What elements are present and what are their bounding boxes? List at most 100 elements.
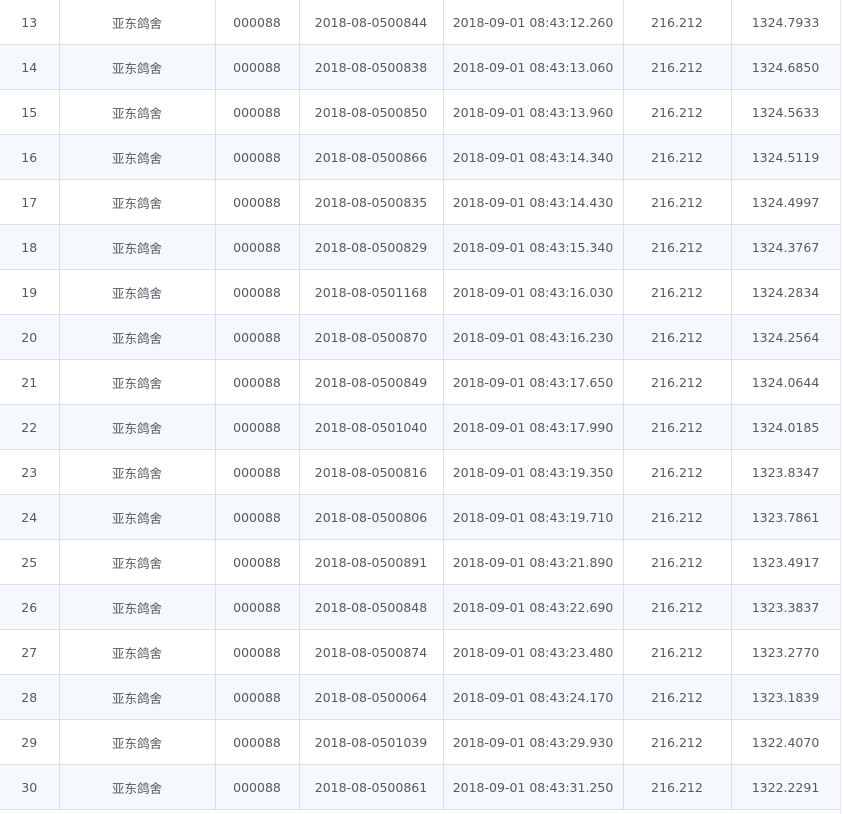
ring-number-cell: 2018-08-0500844 <box>299 0 444 45</box>
table-row[interactable]: 27 亚东鸽舍 000088 2018-08-0500874 2018-09-01 08… <box>0 629 841 675</box>
table-row[interactable]: 16 亚东鸽舍 000088 2018-08-0500866 2018-09-01 08… <box>0 134 841 180</box>
arrival-time-cell: 2018-09-01 08:43:14.430 <box>443 179 624 225</box>
loft-name-cell: 亚东鸽舍 <box>59 44 216 90</box>
owner-id-cell: 000088 <box>215 179 300 225</box>
rank-cell: 26 <box>0 584 60 630</box>
ring-number-cell: 2018-08-0500874 <box>299 629 444 675</box>
rank-cell: 29 <box>0 719 60 765</box>
arrival-time-cell: 2018-09-01 08:43:17.990 <box>443 404 624 450</box>
owner-id-cell: 000088 <box>215 674 300 720</box>
owner-id-cell: 000088 <box>215 269 300 315</box>
ring-number-cell: 2018-08-0500816 <box>299 449 444 495</box>
arrival-time-cell: 2018-09-01 08:43:24.170 <box>443 674 624 720</box>
ring-number-cell: 2018-08-0500850 <box>299 89 444 135</box>
owner-id-cell: 000088 <box>215 494 300 540</box>
speed-cell: 1324.3767 <box>731 224 841 270</box>
distance-cell: 216.212 <box>623 404 732 450</box>
owner-id-cell: 000088 <box>215 314 300 360</box>
arrival-time-cell: 2018-09-01 08:43:29.930 <box>443 719 624 765</box>
owner-id-cell: 000088 <box>215 404 300 450</box>
speed-cell: 1324.5633 <box>731 89 841 135</box>
distance-cell: 216.212 <box>623 539 732 585</box>
ring-number-cell: 2018-08-0500891 <box>299 539 444 585</box>
speed-cell: 1324.6850 <box>731 44 841 90</box>
arrival-time-cell: 2018-09-01 08:43:14.340 <box>443 134 624 180</box>
rank-cell: 14 <box>0 44 60 90</box>
ring-number-cell: 2018-08-0500838 <box>299 44 444 90</box>
ring-number-cell: 2018-08-0500870 <box>299 314 444 360</box>
speed-cell: 1322.4070 <box>731 719 841 765</box>
loft-name-cell: 亚东鸽舍 <box>59 764 216 810</box>
distance-cell: 216.212 <box>623 269 732 315</box>
distance-cell: 216.212 <box>623 224 732 270</box>
rank-cell: 16 <box>0 134 60 180</box>
table-row[interactable]: 29 亚东鸽舍 000088 2018-08-0501039 2018-09-01 08… <box>0 719 841 765</box>
table-row[interactable]: 13 亚东鸽舍 000088 2018-08-0500844 2018-09-01 08… <box>0 0 841 45</box>
distance-cell: 216.212 <box>623 44 732 90</box>
owner-id-cell: 000088 <box>215 89 300 135</box>
rank-cell: 24 <box>0 494 60 540</box>
rank-cell: 25 <box>0 539 60 585</box>
table-row[interactable]: 30 亚东鸽舍 000088 2018-08-0500861 2018-09-01 08… <box>0 764 841 810</box>
rank-cell: 19 <box>0 269 60 315</box>
ring-number-cell: 2018-08-0500064 <box>299 674 444 720</box>
arrival-time-cell: 2018-09-01 08:43:19.350 <box>443 449 624 495</box>
table-row[interactable]: 25 亚东鸽舍 000088 2018-08-0500891 2018-09-01 08… <box>0 539 841 585</box>
arrival-time-cell: 2018-09-01 08:43:17.650 <box>443 359 624 405</box>
owner-id-cell: 000088 <box>215 449 300 495</box>
owner-id-cell: 000088 <box>215 44 300 90</box>
owner-id-cell: 000088 <box>215 359 300 405</box>
rank-cell: 21 <box>0 359 60 405</box>
loft-name-cell: 亚东鸽舍 <box>59 674 216 720</box>
loft-name-cell: 亚东鸽舍 <box>59 629 216 675</box>
ring-number-cell: 2018-08-0501040 <box>299 404 444 450</box>
table-row[interactable]: 20 亚东鸽舍 000088 2018-08-0500870 2018-09-01 08… <box>0 314 841 360</box>
ring-number-cell: 2018-08-0501039 <box>299 719 444 765</box>
arrival-time-cell: 2018-09-01 08:43:13.060 <box>443 44 624 90</box>
table-row[interactable]: 18 亚东鸽舍 000088 2018-08-0500829 2018-09-01 08… <box>0 224 841 270</box>
owner-id-cell: 000088 <box>215 134 300 180</box>
table-row[interactable]: 28 亚东鸽舍 000088 2018-08-0500064 2018-09-01 08… <box>0 674 841 720</box>
arrival-time-cell: 2018-09-01 08:43:15.340 <box>443 224 624 270</box>
ring-number-cell: 2018-08-0500849 <box>299 359 444 405</box>
loft-name-cell: 亚东鸽舍 <box>59 269 216 315</box>
table-row[interactable]: 21 亚东鸽舍 000088 2018-08-0500849 2018-09-01 08… <box>0 359 841 405</box>
rank-cell: 30 <box>0 764 60 810</box>
arrival-time-cell: 2018-09-01 08:43:13.960 <box>443 89 624 135</box>
distance-cell: 216.212 <box>623 0 732 45</box>
speed-cell: 1323.2770 <box>731 629 841 675</box>
owner-id-cell: 000088 <box>215 629 300 675</box>
distance-cell: 216.212 <box>623 494 732 540</box>
table-row[interactable]: 22 亚东鸽舍 000088 2018-08-0501040 2018-09-01 08… <box>0 404 841 450</box>
table-row[interactable]: 19 亚东鸽舍 000088 2018-08-0501168 2018-09-01 08… <box>0 269 841 315</box>
speed-cell: 1323.8347 <box>731 449 841 495</box>
loft-name-cell: 亚东鸽舍 <box>59 134 216 180</box>
rank-cell: 15 <box>0 89 60 135</box>
distance-cell: 216.212 <box>623 674 732 720</box>
distance-cell: 216.212 <box>623 134 732 180</box>
rank-cell: 28 <box>0 674 60 720</box>
arrival-time-cell: 2018-09-01 08:43:16.230 <box>443 314 624 360</box>
distance-cell: 216.212 <box>623 584 732 630</box>
distance-cell: 216.212 <box>623 764 732 810</box>
loft-name-cell: 亚东鸽舍 <box>59 0 216 45</box>
speed-cell: 1323.7861 <box>731 494 841 540</box>
rank-cell: 23 <box>0 449 60 495</box>
owner-id-cell: 000088 <box>215 539 300 585</box>
table-row[interactable]: 26 亚东鸽舍 000088 2018-08-0500848 2018-09-01 08… <box>0 584 841 630</box>
arrival-time-cell: 2018-09-01 08:43:12.260 <box>443 0 624 45</box>
table-row[interactable]: 24 亚东鸽舍 000088 2018-08-0500806 2018-09-01 08… <box>0 494 841 540</box>
arrival-time-cell: 2018-09-01 08:43:23.480 <box>443 629 624 675</box>
distance-cell: 216.212 <box>623 89 732 135</box>
table-row[interactable]: 23 亚东鸽舍 000088 2018-08-0500816 2018-09-01 08… <box>0 449 841 495</box>
speed-cell: 1323.1839 <box>731 674 841 720</box>
table-row[interactable]: 14 亚东鸽舍 000088 2018-08-0500838 2018-09-01 08… <box>0 44 841 90</box>
distance-cell: 216.212 <box>623 449 732 495</box>
loft-name-cell: 亚东鸽舍 <box>59 179 216 225</box>
table-row[interactable]: 17 亚东鸽舍 000088 2018-08-0500835 2018-09-01 08… <box>0 179 841 225</box>
speed-cell: 1324.2834 <box>731 269 841 315</box>
loft-name-cell: 亚东鸽舍 <box>59 449 216 495</box>
ring-number-cell: 2018-08-0500848 <box>299 584 444 630</box>
table-row[interactable]: 15 亚东鸽舍 000088 2018-08-0500850 2018-09-01 08… <box>0 89 841 135</box>
owner-id-cell: 000088 <box>215 0 300 45</box>
